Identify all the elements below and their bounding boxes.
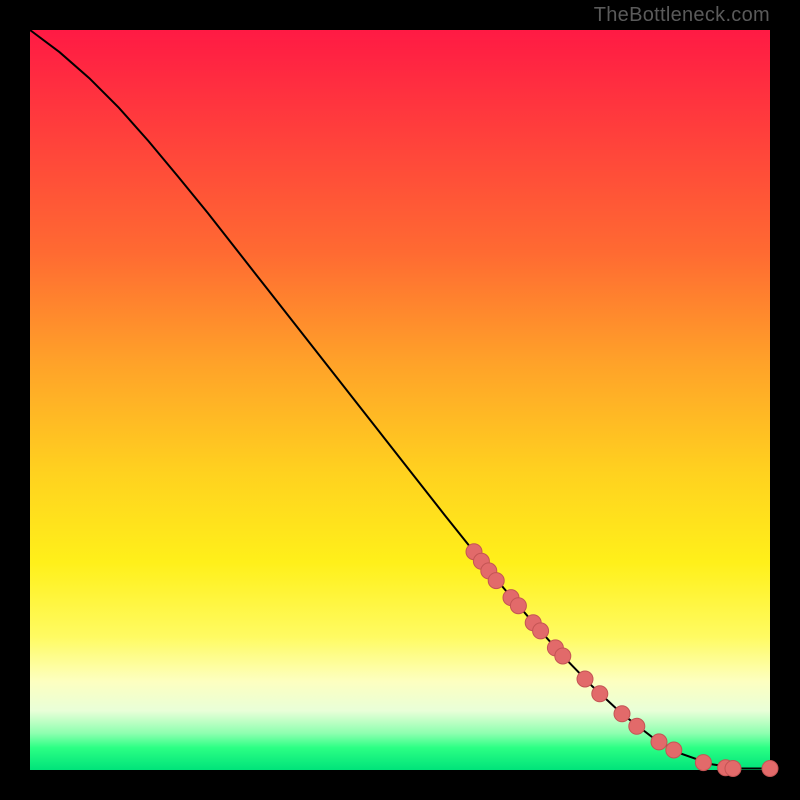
chart-stage: TheBottleneck.com	[0, 0, 800, 800]
data-marker	[725, 761, 741, 777]
chart-svg	[30, 30, 770, 770]
data-marker	[629, 718, 645, 734]
data-marker	[577, 671, 593, 687]
plot-area	[30, 30, 770, 770]
data-marker	[533, 623, 549, 639]
data-marker	[592, 686, 608, 702]
data-marker	[651, 734, 667, 750]
data-marker	[695, 755, 711, 771]
markers-group	[466, 544, 778, 777]
data-marker	[762, 761, 778, 777]
data-marker	[488, 573, 504, 589]
data-marker	[555, 648, 571, 664]
data-marker	[666, 742, 682, 758]
watermark-text: TheBottleneck.com	[594, 4, 770, 27]
data-marker	[614, 706, 630, 722]
curve-line	[30, 30, 770, 769]
data-marker	[510, 598, 526, 614]
